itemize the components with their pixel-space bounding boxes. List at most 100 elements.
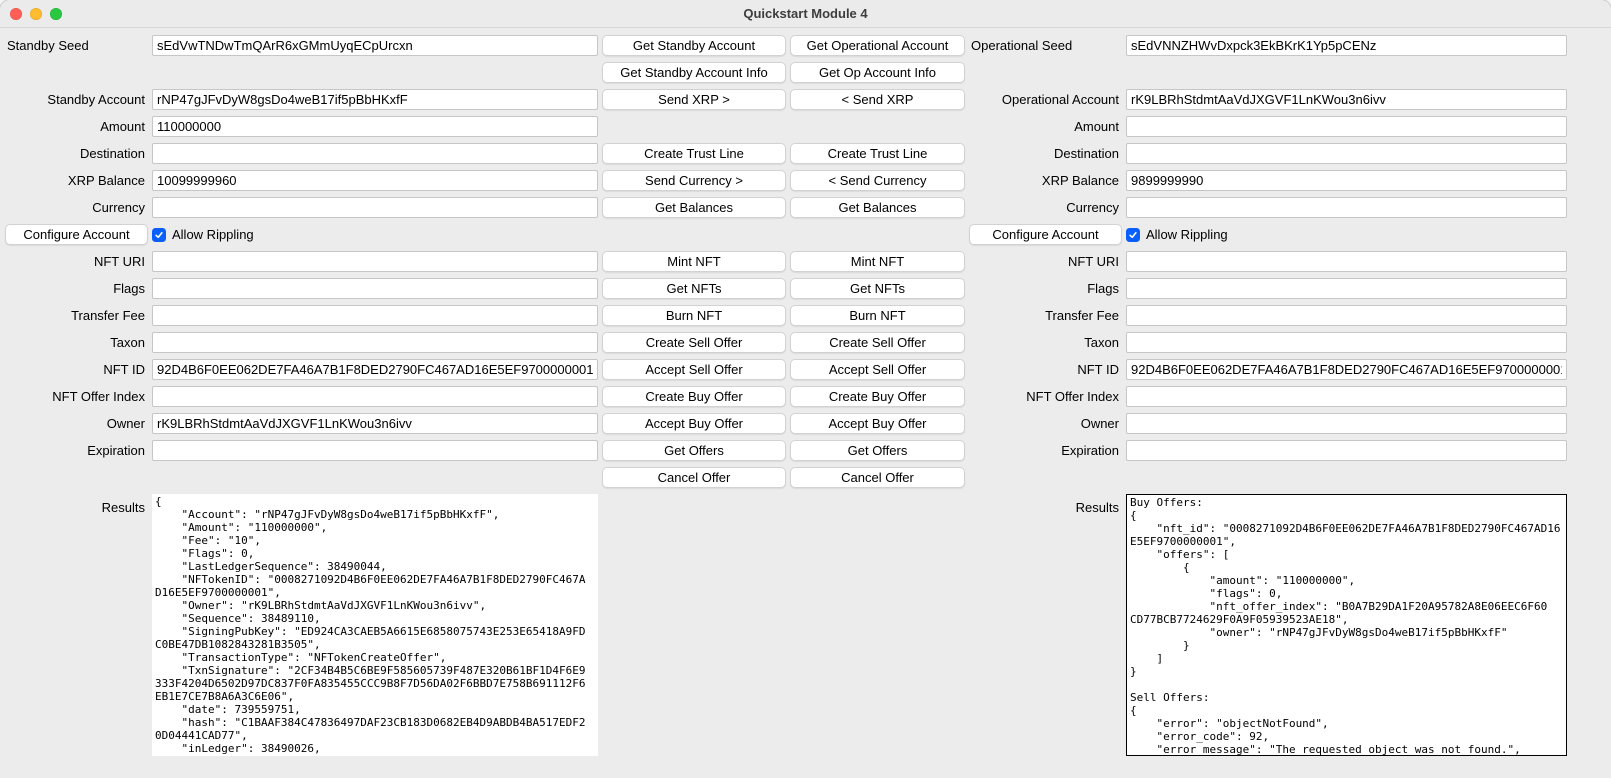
operational-mint-nft-button[interactable]: Mint NFT — [790, 251, 965, 272]
operational-nft-uri-input[interactable] — [1126, 251, 1567, 272]
operational-allow-rippling-label: Allow Rippling — [1146, 227, 1228, 242]
standby-allow-rippling-checkbox[interactable] — [152, 228, 166, 242]
operational-owner-label: Owner — [969, 416, 1122, 431]
standby-burn-nft-button[interactable]: Burn NFT — [602, 305, 786, 326]
operational-configure-account-button[interactable]: Configure Account — [969, 224, 1122, 245]
operational-nft-id-input[interactable] — [1126, 359, 1567, 380]
operational-currency-input[interactable] — [1126, 197, 1567, 218]
standby-flags-label: Flags — [5, 281, 148, 296]
operational-flags-label: Flags — [969, 281, 1122, 296]
operational-expiration-input[interactable] — [1126, 440, 1567, 461]
get-standby-account-button[interactable]: Get Standby Account — [602, 35, 786, 56]
standby-nft-offer-index-input[interactable] — [152, 386, 598, 407]
send-currency-op-to-standby-button[interactable]: < Send Currency — [790, 170, 965, 191]
standby-seed-input[interactable] — [152, 35, 598, 56]
standby-results-label: Results — [5, 500, 148, 515]
operational-results-text[interactable]: Buy Offers: { "nft_id": "0008271092D4B6F… — [1126, 494, 1567, 756]
send-xrp-op-to-standby-button[interactable]: < Send XRP — [790, 89, 965, 110]
main-form: Standby Seed Get Standby Account Get Ope… — [0, 28, 1611, 761]
standby-allow-rippling-label: Allow Rippling — [172, 227, 254, 242]
standby-get-balances-button[interactable]: Get Balances — [602, 197, 786, 218]
titlebar: Quickstart Module 4 — [0, 0, 1611, 28]
standby-nft-uri-label: NFT URI — [5, 254, 148, 269]
operational-currency-label: Currency — [969, 200, 1122, 215]
standby-owner-input[interactable] — [152, 413, 598, 434]
operational-amount-input[interactable] — [1126, 116, 1567, 137]
standby-taxon-label: Taxon — [5, 335, 148, 350]
standby-accept-buy-offer-button[interactable]: Accept Buy Offer — [602, 413, 786, 434]
operational-nft-offer-index-input[interactable] — [1126, 386, 1567, 407]
checkmark-icon — [154, 230, 164, 240]
zoom-window-button[interactable] — [50, 8, 62, 20]
standby-amount-input[interactable] — [152, 116, 598, 137]
operational-accept-sell-offer-button[interactable]: Accept Sell Offer — [790, 359, 965, 380]
standby-cancel-offer-button[interactable]: Cancel Offer — [602, 467, 786, 488]
operational-taxon-label: Taxon — [969, 335, 1122, 350]
standby-create-buy-offer-button[interactable]: Create Buy Offer — [602, 386, 786, 407]
standby-transfer-fee-input[interactable] — [152, 305, 598, 326]
operational-allow-rippling-checkbox[interactable] — [1126, 228, 1140, 242]
standby-destination-label: Destination — [5, 146, 148, 161]
operational-burn-nft-button[interactable]: Burn NFT — [790, 305, 965, 326]
standby-account-input[interactable] — [152, 89, 598, 110]
minimize-window-button[interactable] — [30, 8, 42, 20]
standby-seed-label: Standby Seed — [5, 38, 148, 53]
operational-nft-offer-index-label: NFT Offer Index — [969, 389, 1122, 404]
standby-accept-sell-offer-button[interactable]: Accept Sell Offer — [602, 359, 786, 380]
operational-flags-input[interactable] — [1126, 278, 1567, 299]
standby-allow-rippling-row: Allow Rippling — [152, 227, 598, 242]
standby-get-offers-button[interactable]: Get Offers — [602, 440, 786, 461]
get-standby-account-info-button[interactable]: Get Standby Account Info — [602, 62, 786, 83]
operational-transfer-fee-input[interactable] — [1126, 305, 1567, 326]
operational-transfer-fee-label: Transfer Fee — [969, 308, 1122, 323]
operational-amount-label: Amount — [969, 119, 1122, 134]
standby-account-label: Standby Account — [5, 92, 148, 107]
standby-nft-id-input[interactable] — [152, 359, 598, 380]
operational-xrp-balance-input[interactable] — [1126, 170, 1567, 191]
get-operational-account-button[interactable]: Get Operational Account — [790, 35, 965, 56]
standby-create-trust-line-button[interactable]: Create Trust Line — [602, 143, 786, 164]
operational-results-label: Results — [969, 500, 1122, 515]
operational-taxon-input[interactable] — [1126, 332, 1567, 353]
operational-nft-uri-label: NFT URI — [969, 254, 1122, 269]
standby-nft-uri-input[interactable] — [152, 251, 598, 272]
operational-seed-label: Operational Seed — [969, 38, 1122, 53]
operational-get-balances-button[interactable]: Get Balances — [790, 197, 965, 218]
operational-create-trust-line-button[interactable]: Create Trust Line — [790, 143, 965, 164]
operational-destination-input[interactable] — [1126, 143, 1567, 164]
operational-create-buy-offer-button[interactable]: Create Buy Offer — [790, 386, 965, 407]
standby-transfer-fee-label: Transfer Fee — [5, 308, 148, 323]
standby-results-text[interactable]: { "Account": "rNP47gJFvDyW8gsDo4weB17if5… — [152, 494, 598, 756]
operational-cancel-offer-button[interactable]: Cancel Offer — [790, 467, 965, 488]
operational-account-label: Operational Account — [969, 92, 1122, 107]
operational-accept-buy-offer-button[interactable]: Accept Buy Offer — [790, 413, 965, 434]
operational-get-offers-button[interactable]: Get Offers — [790, 440, 965, 461]
standby-get-nfts-button[interactable]: Get NFTs — [602, 278, 786, 299]
window-title: Quickstart Module 4 — [0, 6, 1611, 21]
standby-expiration-label: Expiration — [5, 443, 148, 458]
operational-expiration-label: Expiration — [969, 443, 1122, 458]
app-window: Quickstart Module 4 Standby Seed Get Sta… — [0, 0, 1611, 778]
operational-seed-input[interactable] — [1126, 35, 1567, 56]
standby-mint-nft-button[interactable]: Mint NFT — [602, 251, 786, 272]
operational-get-nfts-button[interactable]: Get NFTs — [790, 278, 965, 299]
standby-destination-input[interactable] — [152, 143, 598, 164]
standby-xrp-balance-input[interactable] — [152, 170, 598, 191]
close-window-button[interactable] — [10, 8, 22, 20]
operational-owner-input[interactable] — [1126, 413, 1567, 434]
standby-expiration-input[interactable] — [152, 440, 598, 461]
standby-xrp-balance-label: XRP Balance — [5, 173, 148, 188]
standby-create-sell-offer-button[interactable]: Create Sell Offer — [602, 332, 786, 353]
standby-taxon-input[interactable] — [152, 332, 598, 353]
standby-configure-account-button[interactable]: Configure Account — [5, 224, 148, 245]
operational-account-input[interactable] — [1126, 89, 1567, 110]
traffic-lights — [10, 8, 62, 20]
get-op-account-info-button[interactable]: Get Op Account Info — [790, 62, 965, 83]
standby-flags-input[interactable] — [152, 278, 598, 299]
standby-nft-offer-index-label: NFT Offer Index — [5, 389, 148, 404]
send-xrp-standby-to-op-button[interactable]: Send XRP > — [602, 89, 786, 110]
standby-currency-input[interactable] — [152, 197, 598, 218]
send-currency-standby-to-op-button[interactable]: Send Currency > — [602, 170, 786, 191]
operational-create-sell-offer-button[interactable]: Create Sell Offer — [790, 332, 965, 353]
standby-currency-label: Currency — [5, 200, 148, 215]
